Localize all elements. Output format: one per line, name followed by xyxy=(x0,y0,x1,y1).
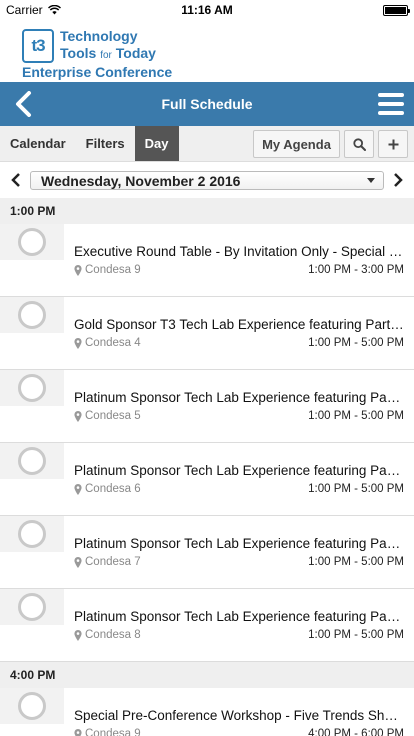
session-location: Condesa 9 xyxy=(74,728,141,736)
add-button[interactable] xyxy=(378,130,408,158)
status-bar: Carrier 11:16 AM xyxy=(0,0,414,20)
schedule-list: 1:00 PM Executive Round Table - By Invit… xyxy=(0,198,414,736)
map-pin-icon xyxy=(74,629,82,641)
add-to-agenda-toggle[interactable] xyxy=(18,228,46,256)
session-time: 1:00 PM - 5:00 PM xyxy=(308,337,404,349)
schedule-toolbar: Calendar Filters Day My Agenda xyxy=(0,126,414,162)
caret-down-icon xyxy=(367,178,375,183)
my-agenda-button[interactable]: My Agenda xyxy=(253,130,340,158)
status-time: 11:16 AM xyxy=(181,3,233,17)
map-pin-icon xyxy=(74,556,82,568)
brand-header: t3 Technology Tools for Today Enterprise… xyxy=(0,20,414,82)
date-picker-bar: Wednesday, November 2 2016 xyxy=(0,162,414,198)
session-row[interactable]: Platinum Sponsor Tech Lab Experience fea… xyxy=(0,370,414,443)
session-title: Executive Round Table - By Invitation On… xyxy=(74,244,404,259)
session-location: Condesa 4 xyxy=(74,337,141,349)
session-title: Special Pre-Conference Workshop - Five T… xyxy=(74,708,404,723)
session-row[interactable]: Platinum Sponsor Tech Lab Experience fea… xyxy=(0,443,414,516)
next-day-button[interactable] xyxy=(390,170,406,190)
session-row[interactable]: Gold Sponsor T3 Tech Lab Experience feat… xyxy=(0,297,414,370)
session-time: 1:00 PM - 5:00 PM xyxy=(308,556,404,568)
session-row[interactable]: Special Pre-Conference Workshop - Five T… xyxy=(0,688,414,736)
search-icon xyxy=(352,137,366,151)
tab-filters[interactable]: Filters xyxy=(76,126,135,161)
session-row[interactable]: Platinum Sponsor Tech Lab Experience fea… xyxy=(0,589,414,662)
map-pin-icon xyxy=(74,337,82,349)
map-pin-icon xyxy=(74,483,82,495)
add-to-agenda-toggle[interactable] xyxy=(18,520,46,548)
time-section-header: 1:00 PM xyxy=(0,198,414,224)
brand-subtitle: Enterprise Conference xyxy=(22,64,173,80)
brand-line-1: Technology xyxy=(60,28,138,44)
chevron-left-icon xyxy=(16,91,31,117)
session-location: Condesa 5 xyxy=(74,410,141,422)
add-to-agenda-toggle[interactable] xyxy=(18,447,46,475)
chevron-left-icon xyxy=(11,173,20,187)
map-pin-icon xyxy=(74,728,82,736)
add-to-agenda-toggle[interactable] xyxy=(18,593,46,621)
nav-bar: Full Schedule xyxy=(0,82,414,126)
back-button[interactable] xyxy=(12,91,36,117)
session-time: 1:00 PM - 5:00 PM xyxy=(308,483,404,495)
add-to-agenda-toggle[interactable] xyxy=(18,301,46,329)
session-location: Condesa 6 xyxy=(74,483,141,495)
add-to-agenda-toggle[interactable] xyxy=(18,374,46,402)
t3-logo: t3 xyxy=(22,29,54,63)
session-time: 1:00 PM - 5:00 PM xyxy=(308,410,404,422)
session-location: Condesa 8 xyxy=(74,629,141,641)
search-button[interactable] xyxy=(344,130,374,158)
map-pin-icon xyxy=(74,264,82,276)
session-row[interactable]: Executive Round Table - By Invitation On… xyxy=(0,224,414,297)
session-time: 1:00 PM - 5:00 PM xyxy=(308,629,404,641)
brand-line-2: Tools for Today xyxy=(60,45,156,61)
session-time: 4:00 PM - 6:00 PM xyxy=(308,728,404,736)
brand-name: Technology Tools for Today xyxy=(60,28,156,64)
session-title: Platinum Sponsor Tech Lab Experience fea… xyxy=(74,390,404,405)
session-row[interactable]: Platinum Sponsor Tech Lab Experience fea… xyxy=(0,516,414,589)
tab-calendar[interactable]: Calendar xyxy=(0,126,76,161)
plus-icon xyxy=(388,139,398,149)
session-location: Condesa 9 xyxy=(74,264,141,276)
session-title: Platinum Sponsor Tech Lab Experience fea… xyxy=(74,536,404,551)
previous-day-button[interactable] xyxy=(8,170,24,190)
date-select[interactable]: Wednesday, November 2 2016 xyxy=(30,171,384,190)
map-pin-icon xyxy=(74,410,82,422)
session-location: Condesa 7 xyxy=(74,556,141,568)
selected-date: Wednesday, November 2 2016 xyxy=(41,172,241,189)
hamburger-menu-icon[interactable] xyxy=(378,93,404,115)
session-title: Gold Sponsor T3 Tech Lab Experience feat… xyxy=(74,317,404,332)
page-title: Full Schedule xyxy=(161,96,253,112)
session-time: 1:00 PM - 3:00 PM xyxy=(308,264,404,276)
chevron-right-icon xyxy=(394,173,403,187)
session-title: Platinum Sponsor Tech Lab Experience fea… xyxy=(74,463,404,478)
battery-icon xyxy=(383,4,410,16)
time-section-header: 4:00 PM xyxy=(0,662,414,688)
add-to-agenda-toggle[interactable] xyxy=(18,692,46,720)
tab-day[interactable]: Day xyxy=(134,126,179,161)
session-title: Platinum Sponsor Tech Lab Experience fea… xyxy=(74,609,404,624)
